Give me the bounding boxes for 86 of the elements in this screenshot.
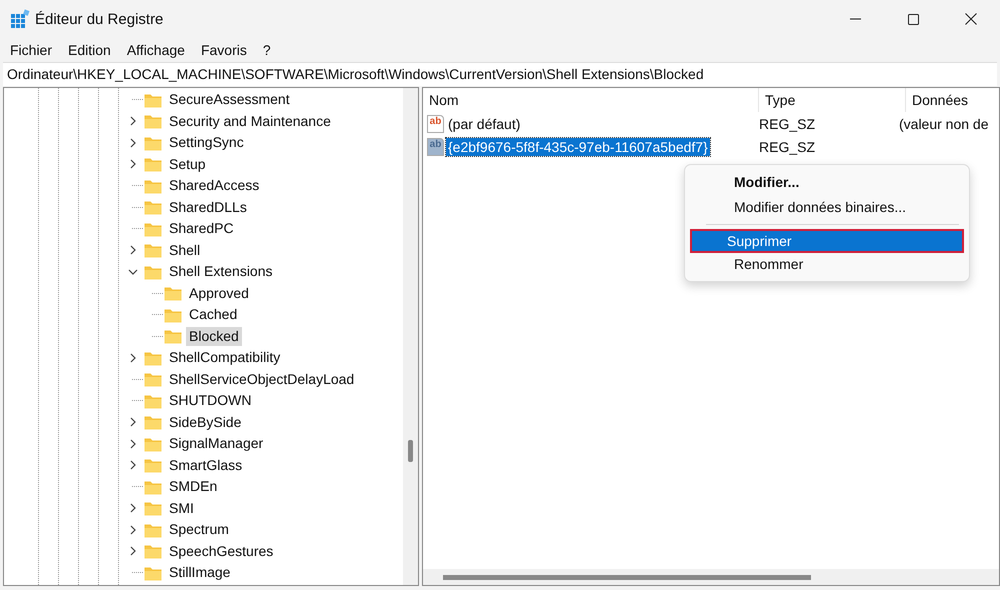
folder-icon — [144, 478, 162, 495]
tree-item[interactable]: SettingSync — [166, 133, 247, 152]
folder-icon — [144, 371, 162, 388]
tree-item[interactable]: SMI — [166, 498, 197, 518]
maximize-icon — [908, 14, 918, 24]
string-value-icon: ab — [427, 138, 444, 156]
value-data: (valeur non de — [899, 116, 990, 132]
folder-icon — [144, 113, 162, 130]
string-value-icon: ab — [427, 114, 444, 132]
tree-item[interactable]: Setup — [166, 154, 209, 174]
menu-item[interactable]: Modifier données binaires... — [692, 195, 962, 219]
scrollbar-thumb[interactable] — [443, 575, 811, 580]
folder-icon — [144, 522, 162, 538]
tree-item[interactable]: SideBySide — [166, 412, 244, 432]
folder-icon — [144, 178, 162, 194]
folder-icon — [144, 220, 162, 237]
folder-icon — [144, 134, 162, 151]
tree-item[interactable]: SMDEn — [166, 477, 220, 496]
folder-icon — [144, 392, 162, 409]
registry-icon — [10, 9, 30, 29]
scrollbar-thumb[interactable] — [408, 440, 413, 462]
folder-icon — [144, 543, 162, 560]
tree-item[interactable]: Shell Extensions — [166, 262, 276, 282]
tree-item[interactable]: ShellServiceObjectDelayLoad — [166, 370, 358, 389]
tree-item[interactable]: SHUTDOWN — [166, 391, 254, 410]
tree-item[interactable]: SharedDLLs — [166, 198, 250, 217]
folder-icon — [144, 457, 162, 474]
chevron-icon[interactable] — [128, 159, 138, 170]
tree-item[interactable]: Shell — [166, 240, 204, 260]
chevron-icon[interactable] — [128, 245, 138, 256]
window-title: Éditeur du Registre — [35, 10, 164, 28]
tree-item[interactable]: Spectrum — [166, 520, 232, 540]
menu-item[interactable]: Renommer — [692, 252, 962, 276]
menu-item[interactable]: Favoris — [192, 42, 255, 58]
tree-item[interactable]: SharedPC — [166, 219, 237, 238]
value-name[interactable]: (par défaut) — [446, 114, 522, 132]
tree-item[interactable]: ShellCompatibility — [166, 348, 284, 368]
folder-icon — [144, 242, 162, 258]
folder-icon — [144, 414, 162, 430]
chevron-icon[interactable] — [128, 503, 138, 514]
menu-item[interactable]: ? — [254, 42, 279, 58]
menu-item[interactable]: Supprimer — [692, 231, 962, 251]
menu-item[interactable]: Edition — [60, 42, 119, 58]
tree-item[interactable]: StillImage — [166, 563, 234, 582]
chevron-icon[interactable] — [128, 417, 138, 428]
folder-icon — [144, 199, 162, 216]
chevron-icon[interactable] — [128, 138, 138, 148]
tree-item[interactable]: Security and Maintenance — [166, 112, 334, 131]
tree-item[interactable]: Approved — [186, 284, 252, 303]
column-header[interactable]: Données — [906, 88, 999, 112]
folder-icon — [164, 285, 182, 302]
chevron-icon[interactable] — [128, 266, 138, 277]
column-header[interactable]: Nom — [423, 88, 759, 112]
chevron-icon[interactable] — [128, 352, 138, 363]
chevron-icon[interactable] — [128, 524, 138, 535]
folder-icon — [144, 436, 162, 452]
value-type: REG_SZ — [758, 138, 816, 154]
folder-icon — [144, 264, 162, 280]
value-name[interactable]: {e2bf9676-5f8f-435c-97eb-11607a5bedf7} — [446, 138, 710, 156]
column-header[interactable]: Type — [759, 88, 906, 112]
vertical-scrollbar[interactable] — [403, 88, 418, 585]
folder-icon — [144, 350, 162, 366]
tree-item[interactable]: Blocked — [186, 326, 242, 346]
menu-item[interactable]: Modifier... — [692, 170, 962, 194]
folder-icon — [164, 328, 182, 344]
folder-icon — [164, 306, 182, 323]
chevron-icon[interactable] — [128, 438, 138, 449]
folder-icon — [144, 564, 162, 581]
tree-item[interactable]: SpeechGestures — [166, 542, 276, 561]
menu-item[interactable]: Affichage — [118, 42, 193, 58]
close-icon — [965, 13, 977, 25]
horizontal-scrollbar[interactable] — [423, 569, 999, 585]
tree-item[interactable]: Cached — [186, 305, 240, 324]
chevron-icon[interactable] — [128, 546, 138, 556]
folder-icon — [144, 92, 162, 108]
tree-item[interactable]: SharedAccess — [166, 176, 262, 196]
value-type: REG_SZ — [758, 116, 816, 132]
chevron-icon[interactable] — [128, 116, 138, 126]
folder-icon — [144, 156, 162, 172]
tree-item[interactable]: SecureAssessment — [166, 90, 293, 110]
address-bar[interactable]: Ordinateur\HKEY_LOCAL_MACHINE\SOFTWARE\Microsoft\Windows\CurrentVersion\Shell Extensions\Blocked — [3, 62, 997, 86]
folder-icon — [144, 500, 162, 516]
tree-item[interactable]: SignalManager — [166, 434, 266, 454]
tree-item[interactable]: SmartGlass — [166, 456, 246, 475]
chevron-icon[interactable] — [128, 460, 138, 470]
menu-item[interactable]: Fichier — [2, 42, 60, 58]
